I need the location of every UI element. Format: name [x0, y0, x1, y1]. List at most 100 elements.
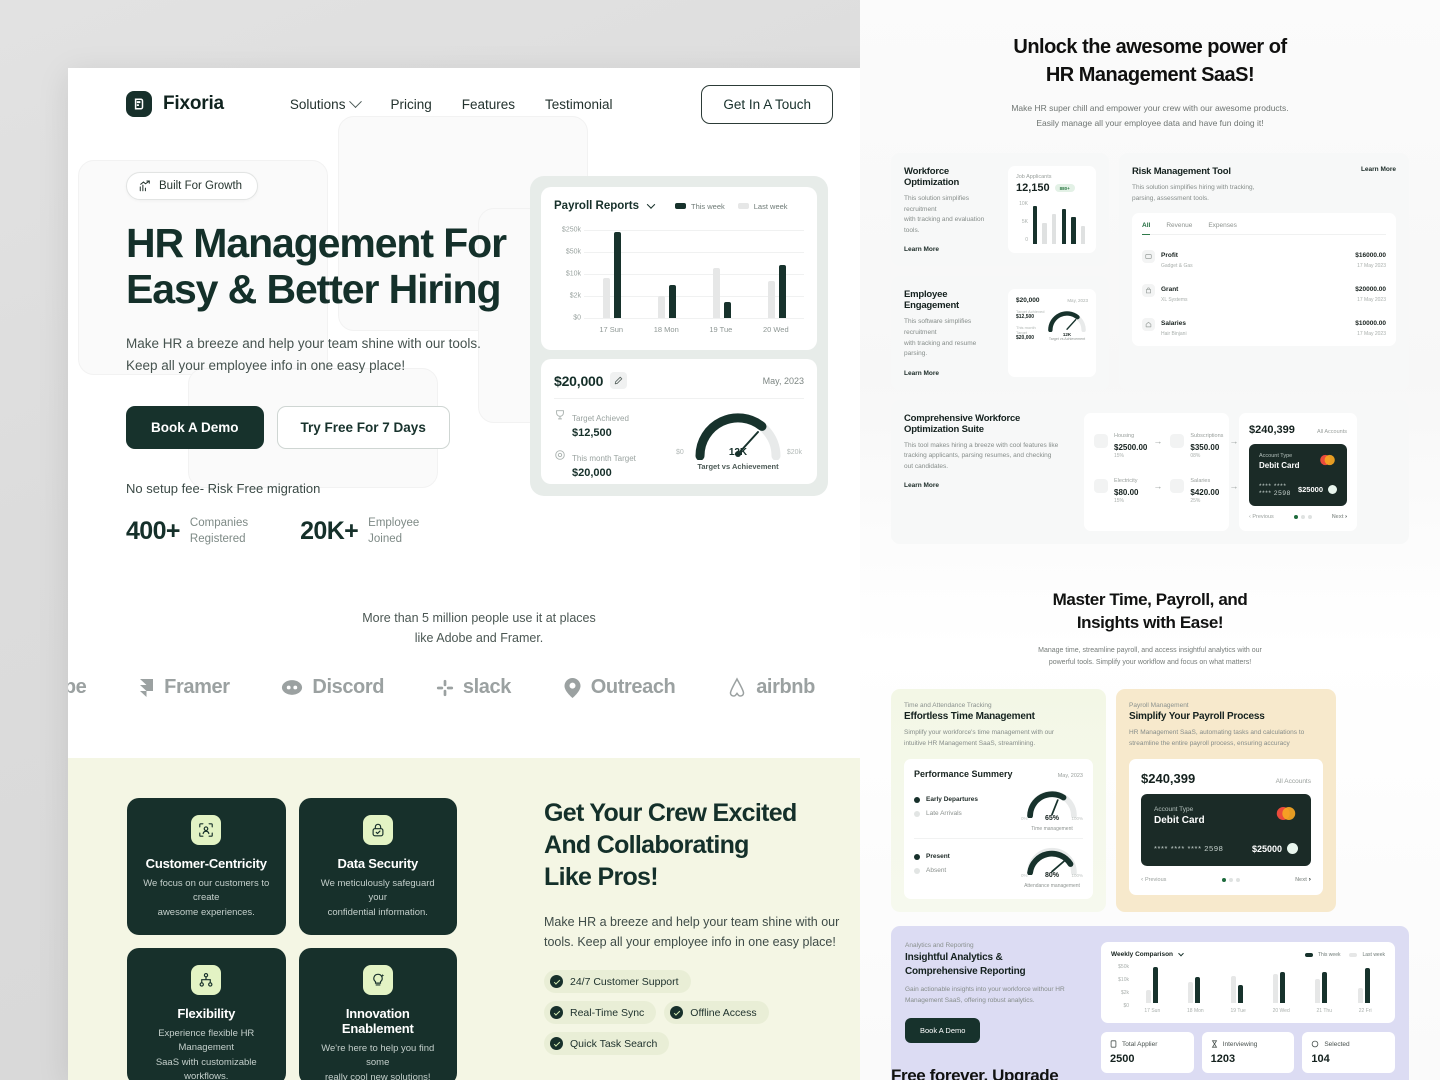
- chip-customer-support[interactable]: 24/7 Customer Support: [544, 970, 691, 994]
- prev-button[interactable]: ‹ Previous: [1141, 876, 1166, 883]
- chevron-down-icon[interactable]: [646, 200, 656, 209]
- crew-heading-line1: Get Your Crew Excited: [544, 799, 797, 827]
- chevron-down-icon[interactable]: [1178, 950, 1184, 957]
- try-free-button[interactable]: Try Free For 7 Days: [276, 405, 450, 449]
- status-badge: 880+: [1054, 184, 1075, 193]
- landing-page-mock: Fixoria Solutions Pricing Features Testi…: [68, 68, 890, 1080]
- metric-value: $12,500: [572, 427, 612, 439]
- applicants-bar-chart: 10K 5K 0: [1016, 200, 1088, 245]
- y-tick: $50k: [565, 248, 581, 256]
- y-tick: $50k: [1118, 964, 1129, 971]
- desc-line2: intuitive HR Management SaaS, streamlini…: [904, 739, 1036, 747]
- edit-pencil-icon[interactable]: [610, 372, 628, 389]
- arrow-right-icon[interactable]: →: [1229, 481, 1238, 491]
- gauge-caption: Target vs Achievement: [697, 462, 779, 471]
- legend-row: Early Departures: [914, 796, 1021, 803]
- learn-more-link[interactable]: Learn More: [904, 482, 1074, 489]
- expense-electricity: Electricity $80.00 15% →: [1094, 469, 1162, 504]
- card-desc: This tool makes hiring a breeze with coo…: [904, 441, 1074, 473]
- perf-group-1: Early Departures Late Arrivals 0% 100% 6…: [914, 788, 1083, 832]
- chip-quick-task-search[interactable]: Quick Task Search: [544, 1032, 670, 1056]
- card-desc: This solution simplifies hiring with tra…: [1132, 183, 1396, 204]
- widget-row-label: This month Target: [1016, 325, 1036, 336]
- right-hero-sub-line1: Make HR super chill and empower your cre…: [1011, 103, 1289, 114]
- feature-card-innovation[interactable]: Innovation Enablement We're here to help…: [298, 948, 457, 1080]
- feature-card-data-security[interactable]: Data Security We meticulously safeguard …: [298, 798, 457, 935]
- right-cards-row-2: Comprehensive Workforce Optimization Sui…: [860, 399, 1440, 544]
- target-gauge: $0 $20k 12K Target vs Achievement: [672, 408, 804, 488]
- right-hero-line2: HR Management SaaS!: [1045, 63, 1255, 86]
- legend-label: Last week: [753, 201, 788, 211]
- chip-real-time-sync[interactable]: Real-Time Sync: [544, 1001, 657, 1025]
- transactions-widget: All Revenue Expenses Profit Gadget & Gas …: [1132, 213, 1396, 347]
- stat-label-line1: Companies: [189, 516, 249, 529]
- desc-line1: Gain actionable insights into your workf…: [905, 986, 1065, 994]
- check-icon: [550, 1037, 563, 1051]
- logo-strip: obe Framer Discord slack Outreach airbnb: [68, 676, 890, 699]
- tab-expenses[interactable]: Expenses: [1208, 222, 1237, 229]
- arrow-right-icon[interactable]: →: [1153, 436, 1162, 446]
- payroll-bar-groups: [584, 222, 804, 334]
- next-button[interactable]: Next ›: [1332, 514, 1347, 520]
- tx-date: 17 May 2023: [1357, 331, 1386, 338]
- book-a-demo-button[interactable]: Book A Demo: [905, 1018, 981, 1044]
- tab-all[interactable]: All: [1142, 222, 1151, 236]
- logo-label: airbnb: [756, 676, 815, 698]
- gauge-arc: [1048, 311, 1086, 333]
- y-tick: $2k: [1120, 990, 1129, 997]
- right-cards-row-3: Time and Attendance Tracking Effortless …: [860, 689, 1440, 913]
- nav-link-solutions[interactable]: Solutions: [290, 94, 363, 112]
- payroll-chart-legend: This week Last week: [675, 202, 788, 211]
- get-in-touch-button[interactable]: Get In A Touch: [701, 84, 833, 124]
- right-hero: Unlock the awesome power of HR Managemen…: [860, 0, 1440, 130]
- feature-desc-line2: SaaS with customizable workflows.: [155, 1056, 257, 1080]
- dashboard-preview: Payroll Reports This week Last week $250…: [530, 176, 828, 496]
- nav-link-pricing[interactable]: Pricing: [390, 97, 431, 112]
- y-tick: $0: [573, 314, 581, 322]
- hero-subtitle: Make HR a breeze and help your team shin…: [126, 333, 596, 377]
- stat-head: Total Applier: [1110, 1040, 1185, 1048]
- arrow-right-icon[interactable]: →: [1229, 436, 1238, 446]
- metric-target-achieved: Target Achieved $12,500: [554, 408, 672, 439]
- desc-line1: This software simplifies recruitment: [904, 318, 972, 336]
- hero-buttons: Book A Demo Try Free For 7 Days: [126, 405, 596, 449]
- crew-heading-line2: And Collaborating: [544, 830, 749, 859]
- tx-sub: Hair Binjani: [1161, 331, 1187, 338]
- legend-row: Late Arrivals: [914, 810, 1021, 817]
- next-button[interactable]: Next ›: [1295, 876, 1311, 883]
- nav-link-testimonial[interactable]: Testimonial: [545, 97, 613, 112]
- expense-value: $350.00: [1190, 442, 1220, 452]
- book-a-demo-button[interactable]: Book A Demo: [126, 405, 264, 449]
- card-kicker: Analytics and Reporting: [905, 942, 974, 950]
- logo-adobe: obe: [68, 676, 87, 698]
- perf-group-2: Present Absent 0% 100% 80% Attendance ma…: [914, 845, 1083, 889]
- tab-revenue[interactable]: Revenue: [1166, 222, 1192, 229]
- card-footer: **** **** **** 2598 $25000: [1154, 843, 1298, 855]
- x-tick: 19 Tue: [1230, 1008, 1246, 1015]
- desc-line1: This solution simplifies recruitment: [904, 195, 970, 213]
- title-line2: Optimization Suite: [904, 423, 984, 435]
- crew-paragraph: Make HR a breeze and help your team shin…: [544, 915, 840, 950]
- chip-offline-access[interactable]: Offline Access: [664, 1001, 769, 1025]
- desc-line2: tracking applicants, parsing resumes, an…: [904, 452, 1052, 460]
- prev-button[interactable]: ‹ Previous: [1249, 514, 1274, 520]
- brand-logo[interactable]: Fixoria: [126, 91, 224, 117]
- card-pager: ‹ Previous Next ›: [1249, 514, 1347, 520]
- learn-more-link[interactable]: Learn More: [1361, 166, 1396, 173]
- weekly-title: Weekly Comparison: [1111, 951, 1174, 959]
- nav-link-features[interactable]: Features: [462, 97, 515, 112]
- weekly-bar-chart: $50k $10k $2k $0 17 Sun 18 Mon 19 Tue 20…: [1111, 964, 1385, 1014]
- section2-heading: Master Time, Payroll, and Insights with …: [860, 588, 1440, 634]
- learn-more-link[interactable]: Learn More: [904, 370, 999, 377]
- card-footer: **** **** **** 2598 $25000: [1259, 483, 1337, 497]
- time-management-card: Time and Attendance Tracking Effortless …: [891, 689, 1106, 913]
- screenshot-root: Fixoria Solutions Pricing Features Testi…: [0, 0, 1440, 1080]
- widget-label: Job Applicants: [1016, 174, 1052, 181]
- learn-more-link[interactable]: Learn More: [904, 246, 999, 253]
- footer-teaser: Free forever, Upgrade: [891, 1066, 1059, 1080]
- logo-label: Framer: [164, 676, 230, 698]
- feature-card-customer-centricity[interactable]: Customer-Centricity We focus on our cust…: [127, 798, 286, 935]
- bar-group: [602, 232, 621, 318]
- arrow-right-icon[interactable]: →: [1153, 481, 1162, 491]
- feature-card-flexibility[interactable]: Flexibility Experience flexible HR Manag…: [127, 948, 286, 1080]
